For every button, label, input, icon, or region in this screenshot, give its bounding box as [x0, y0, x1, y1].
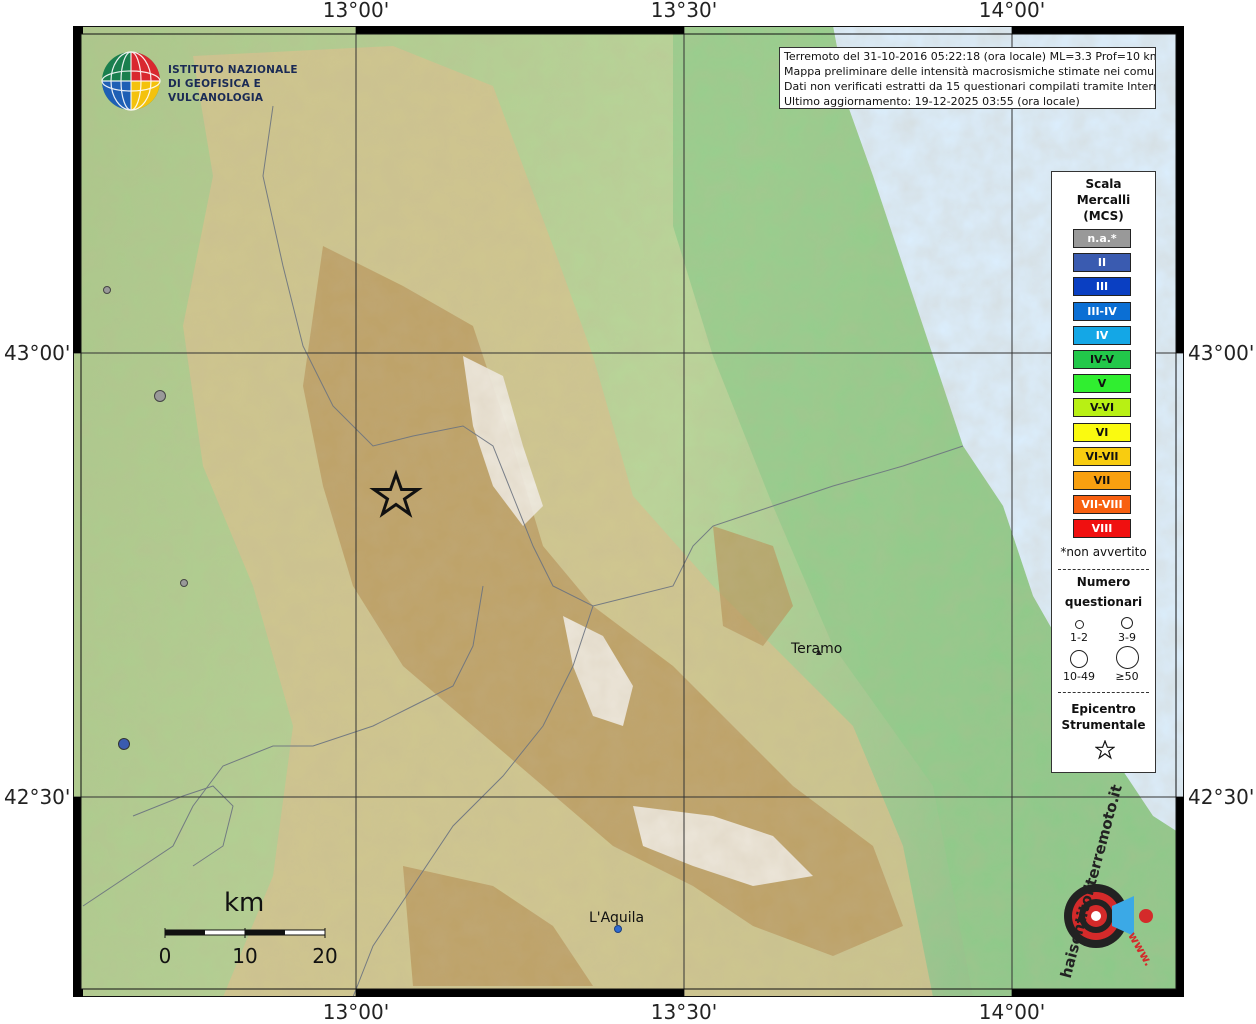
laquila-marker-icon: [614, 925, 622, 933]
legend-note: *non avvertito: [1060, 545, 1147, 559]
intensity-swatch: VIII: [1073, 519, 1131, 539]
count-label-10-49: 10-49: [1063, 670, 1095, 683]
distance-scale-bar: km 0 10 20: [150, 888, 360, 968]
event-info-line-1: Terremoto del 31-10-2016 05:22:18 (ora l…: [784, 50, 1156, 63]
count-title-2: questionari: [1064, 595, 1143, 609]
count-circle-medium: [1121, 617, 1133, 629]
count-circle-small: [1075, 620, 1084, 629]
count-label-1-2: 1-2: [1070, 631, 1088, 644]
obs-circle[interactable]: [180, 579, 188, 587]
logo-line-2: DI GEOFISICA E VULCANOLOGIA: [168, 78, 264, 104]
count-label-3-9: 3-9: [1118, 631, 1136, 644]
star-outline-icon: [1095, 740, 1115, 760]
intensity-swatch: VI: [1073, 422, 1131, 442]
legend-separator-2: [1058, 692, 1149, 693]
intensity-swatch: VII: [1073, 471, 1131, 490]
place-laquila: L'Aquila: [589, 910, 645, 926]
epicenter-title-1: Epicentro: [1071, 702, 1136, 716]
intensity-swatch: VII-VIII: [1073, 495, 1131, 515]
intensity-swatch: III: [1073, 277, 1131, 297]
intensity-swatch: IV-V: [1073, 350, 1131, 369]
coord-left-42-30: 42°30': [4, 785, 71, 809]
count-circle-xlarge: [1116, 646, 1139, 669]
event-info-line-3: Dati non verificati estratti da 15 quest…: [784, 80, 1156, 93]
epicenter-title-2: Strumentale: [1061, 718, 1146, 732]
obs-circle[interactable]: [103, 286, 111, 294]
coord-right-42-30: 42°30': [1188, 785, 1255, 809]
haisentito-logo: haisentitoilterremoto.it www.: [1030, 783, 1170, 980]
scale-label-0: 0: [158, 944, 172, 968]
obs-circle[interactable]: [154, 390, 166, 402]
coord-top-13-00: 13°00': [322, 0, 390, 22]
map-frame[interactable]: [73, 26, 1184, 997]
legend-title-1: Scala: [1085, 177, 1122, 191]
coord-top-13-30: 13°30': [650, 0, 718, 22]
coord-left-43-00: 43°00': [4, 341, 71, 365]
coord-right-43-00: 43°00': [1188, 341, 1255, 365]
count-circle-large: [1070, 650, 1088, 668]
count-title-1: Numero: [1076, 575, 1131, 589]
coord-bottom-13-30: 13°30': [650, 1000, 718, 1024]
intensity-legend: Scala Mercalli (MCS) n.a.* II III III-IV IV I…: [1051, 171, 1156, 773]
intensity-swatch: n.a.*: [1073, 229, 1131, 248]
legend-title-3: (MCS): [1083, 209, 1124, 223]
intensity-swatch: V-VI: [1073, 398, 1131, 418]
count-label-50: ≥50: [1115, 670, 1139, 683]
coord-bottom-13-00: 13°00': [322, 1000, 390, 1024]
scale-label-10: 10: [232, 944, 258, 968]
ingv-logo: ISTITUTO NAZIONALE DI GEOFISICA E VULCAN…: [100, 50, 320, 111]
event-info-box: Terremoto del 31-10-2016 05:22:18 (ora l…: [779, 47, 1156, 109]
logo-line-1: ISTITUTO NAZIONALE: [168, 64, 298, 76]
intensity-swatch: III-IV: [1073, 301, 1131, 321]
place-teramo: Teramo: [791, 641, 843, 657]
intensity-swatch: V: [1073, 374, 1131, 394]
relief-map[interactable]: [73, 26, 1184, 997]
intensity-swatch: VI-VII: [1073, 446, 1131, 466]
coord-top-14-00: 14°00': [978, 0, 1046, 22]
legend-title-2: Mercalli: [1076, 193, 1131, 207]
event-info-line-2: Mappa preliminare delle intensità macros…: [784, 65, 1156, 78]
intensity-swatch: IV: [1073, 325, 1131, 345]
scale-label-20: 20: [312, 944, 338, 968]
scale-bar-graphic: [164, 928, 326, 938]
globe-logo-icon: [101, 51, 161, 111]
obs-circle[interactable]: [118, 738, 130, 750]
coord-bottom-14-00: 14°00': [978, 1000, 1046, 1024]
intensity-swatch: II: [1073, 253, 1131, 273]
legend-separator: [1058, 569, 1149, 570]
event-info-line-4: Ultimo aggiornamento: 19-12-2025 03:55 (…: [784, 95, 1080, 108]
scale-unit: km: [224, 888, 265, 918]
